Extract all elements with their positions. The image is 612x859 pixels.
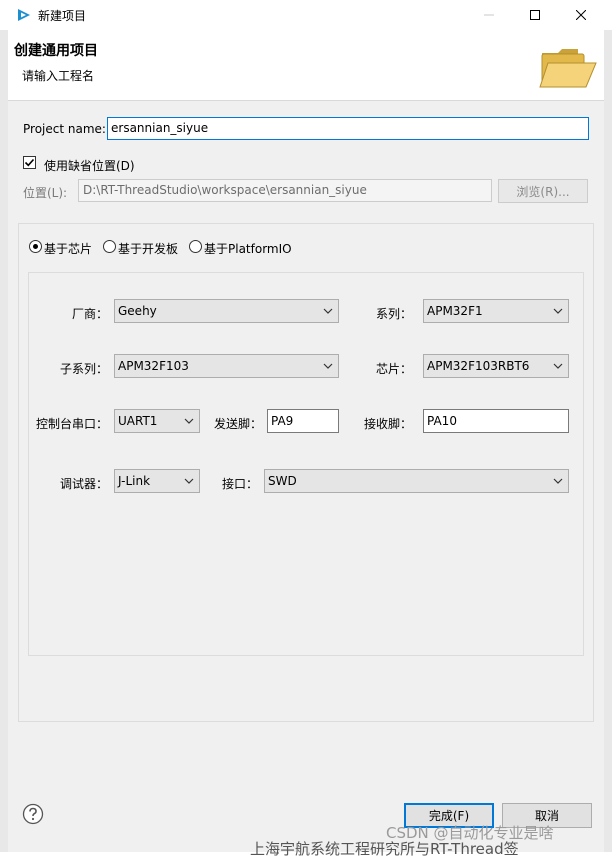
console-uart-value: UART1 — [118, 414, 158, 428]
rx-pin-label: 接收脚： — [363, 417, 412, 431]
rx-pin-input[interactable]: PA10 — [423, 409, 569, 433]
chevron-down-icon — [553, 308, 563, 314]
help-icon[interactable] — [22, 803, 44, 825]
project-name-label: Project name: — [23, 122, 106, 136]
console-uart-label: 控制台串口： — [35, 417, 108, 431]
chevron-down-icon — [553, 363, 563, 369]
use-default-location-label: 使用缺省位置(D) — [44, 159, 135, 173]
checkmark-icon — [24, 158, 35, 167]
chevron-down-icon — [323, 308, 333, 314]
browse-button: 浏览(R)... — [498, 179, 588, 203]
vendor-label: 厂商： — [71, 307, 108, 321]
interface-select[interactable]: SWD — [264, 469, 569, 493]
chevron-down-icon — [184, 418, 194, 424]
tx-pin-input[interactable]: PA9 — [267, 409, 339, 433]
chip-value: APM32F103RBT6 — [427, 359, 530, 373]
subseries-value: APM32F103 — [118, 359, 189, 373]
radio-chip[interactable] — [29, 240, 42, 253]
chevron-down-icon — [323, 363, 333, 369]
use-default-location-checkbox[interactable] — [23, 156, 36, 169]
close-icon — [576, 10, 586, 20]
chip-label: 芯片： — [375, 362, 412, 376]
close-button[interactable] — [558, 0, 604, 30]
page-subtitle: 请输入工程名 — [22, 69, 95, 83]
series-select[interactable]: APM32F1 — [423, 299, 569, 323]
chip-select[interactable]: APM32F103RBT6 — [423, 354, 569, 378]
debugger-value: J-Link — [118, 474, 151, 488]
project-name-input[interactable]: ersannian_siyue — [107, 117, 589, 140]
vendor-value: Geehy — [118, 304, 157, 318]
minimize-icon — [484, 14, 494, 16]
window-title: 新建项目 — [38, 9, 87, 23]
radio-platformio[interactable] — [189, 240, 202, 253]
app-icon — [18, 9, 30, 21]
radio-board-label: 基于开发板 — [118, 242, 179, 256]
debugger-label: 调试器： — [59, 477, 108, 491]
minimize-button[interactable] — [466, 0, 512, 30]
interface-value: SWD — [268, 474, 297, 488]
vendor-select[interactable]: Geehy — [114, 299, 339, 323]
background-window-left — [0, 30, 8, 852]
radio-board[interactable] — [103, 240, 116, 253]
series-label: 系列： — [375, 307, 412, 321]
series-value: APM32F1 — [427, 304, 483, 318]
location-input: D:\RT-ThreadStudio\workspace\ersannian_s… — [78, 179, 492, 202]
page-title: 创建通用项目 — [14, 43, 98, 59]
console-uart-select[interactable]: UART1 — [114, 409, 200, 433]
chevron-down-icon — [184, 478, 194, 484]
subseries-select[interactable]: APM32F103 — [114, 354, 339, 378]
radio-platformio-label: 基于PlatformIO — [204, 242, 292, 256]
maximize-button[interactable] — [512, 0, 558, 30]
interface-label: 接口： — [221, 477, 258, 491]
chevron-down-icon — [553, 478, 563, 484]
watermark: CSDN @自动化专业是啥 — [386, 824, 554, 842]
chip-settings-panel — [28, 272, 584, 656]
debugger-select[interactable]: J-Link — [114, 469, 200, 493]
folder-icon — [539, 49, 597, 88]
maximize-icon — [530, 10, 540, 20]
background-window-right — [604, 30, 612, 852]
tx-pin-label: 发送脚： — [213, 417, 262, 431]
subseries-label: 子系列： — [59, 362, 108, 376]
radio-chip-label: 基于芯片 — [44, 242, 93, 256]
location-label: 位置(L): — [23, 186, 68, 200]
